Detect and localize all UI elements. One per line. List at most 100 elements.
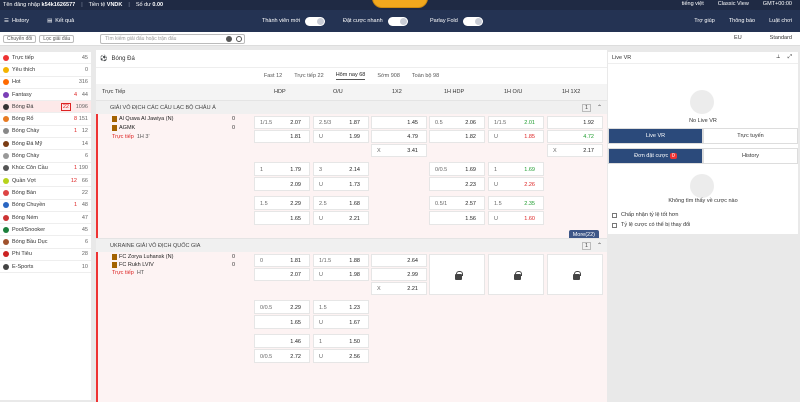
brand-logo[interactable] — [372, 0, 428, 8]
odds-type-select[interactable]: EU — [734, 35, 742, 41]
away-team[interactable]: FC Rukh LVIV — [112, 262, 154, 268]
sidebar-item[interactable]: Khúc Côn Cầu 1 190 — [0, 163, 91, 175]
odds-cell[interactable]: 1/1.5 2.01 — [488, 116, 544, 129]
odds-cell[interactable]: 2.09 — [254, 177, 310, 191]
expand-icon[interactable]: ⤢ — [788, 54, 792, 61]
notice-link[interactable]: Thông báo — [729, 18, 755, 24]
odds-cell[interactable]: 1 1.69 — [488, 162, 544, 176]
period-tab[interactable]: Toàn bộ 98 — [412, 73, 439, 79]
tab-history[interactable]: History — [703, 148, 798, 164]
odds-cell[interactable]: 0/0.5 1.69 — [429, 162, 485, 176]
odds-cell[interactable]: 1.56 — [429, 211, 485, 225]
rules-link[interactable]: Luật chơi — [769, 18, 792, 24]
odds-cell[interactable]: U 1.99 — [313, 130, 369, 143]
odds-cell[interactable]: 1.46 — [254, 334, 310, 348]
odds-cell[interactable]: 2.07 — [254, 268, 310, 281]
odds-cell[interactable]: 1/1.5 1.88 — [313, 254, 369, 267]
odds-cell[interactable]: U 2.56 — [313, 349, 369, 363]
odds-cell[interactable]: 0/0.5 2.29 — [254, 300, 310, 314]
odds-cell[interactable]: 1.81 — [254, 130, 310, 143]
sidebar-item[interactable]: Phi Tiêu 28 — [0, 249, 91, 262]
accept-better-odds-checkbox[interactable]: Chấp nhận tỷ lệ tốt hơn — [612, 210, 798, 220]
odds-cell[interactable]: 4.72 — [547, 130, 603, 143]
sidebar-item[interactable]: Bóng Chuyền 1 48 — [0, 200, 91, 212]
period-tab[interactable]: Hôm nay 68 — [335, 72, 366, 80]
pin-icon[interactable]: ⟂ — [776, 54, 780, 61]
sidebar-item[interactable]: Bóng Đá Mỹ 14 — [0, 138, 91, 151]
odds-cell[interactable]: 4.79 — [371, 130, 427, 143]
search-icon[interactable] — [236, 36, 242, 42]
sidebar-item[interactable]: Bóng Chày 6 — [0, 150, 91, 163]
odds-cell[interactable]: 1.65 — [254, 211, 310, 225]
league-row[interactable]: UKRAINE GIẢI VÔ ĐỊCH QUỐC GIA 1 ⌃ — [96, 238, 607, 252]
sidebar-item[interactable]: Hot 316 — [0, 77, 91, 89]
odds-change-checkbox[interactable]: Tỷ lệ cược có thể bị thay đổi — [612, 220, 798, 230]
mode-select[interactable]: Standard — [770, 35, 792, 41]
odds-cell[interactable]: U 1.98 — [313, 268, 369, 281]
odds-cell[interactable]: 1/1.5 2.07 — [254, 116, 310, 129]
tab-bets[interactable]: Đơn đặt cược 0 — [608, 148, 703, 164]
odds-cell[interactable]: 1.5 2.29 — [254, 196, 310, 210]
odds-cell[interactable]: 1.65 — [254, 315, 310, 329]
odds-cell[interactable]: X 2.21 — [371, 282, 427, 295]
odds-cell[interactable]: 2.5 1.68 — [313, 196, 369, 210]
odds-cell[interactable]: 0.5 2.06 — [429, 116, 485, 129]
sidebar-item[interactable]: Bóng Bầu Dục 6 — [0, 236, 91, 249]
odds-cell[interactable]: 0.5/1 2.57 — [429, 196, 485, 210]
sidebar-item[interactable]: Bóng Chày 1 12 — [0, 126, 91, 139]
sidebar-item[interactable]: Bóng Rổ 8 151 — [0, 113, 91, 126]
history-button[interactable]: ☰ History — [4, 18, 29, 24]
odds-cell[interactable]: U 1.60 — [488, 211, 544, 225]
chevron-up-icon[interactable]: ⌃ — [597, 242, 602, 249]
odds-cell[interactable]: 0/0.5 2.72 — [254, 349, 310, 363]
sidebar-item[interactable]: Fantasy 4 44 — [0, 89, 91, 102]
league-filter-button[interactable]: Lọc giải đấu — [39, 34, 75, 43]
tab-online[interactable]: Trực tuyến — [703, 128, 798, 144]
language-select[interactable]: tiếng việt — [682, 1, 704, 7]
home-team[interactable]: Al Quwa Al Jawiya (N) — [112, 116, 173, 122]
chevron-up-icon[interactable]: ⌃ — [597, 104, 602, 111]
period-tab[interactable]: Trực tiếp 22 — [294, 73, 323, 79]
switch-button[interactable]: Chuyển đổi — [3, 34, 37, 43]
results-button[interactable]: ▤ Kết quả — [47, 18, 74, 24]
odds-cell[interactable]: 1 1.50 — [313, 334, 369, 348]
period-tab[interactable]: Fast 12 — [264, 73, 282, 79]
odds-cell[interactable]: 0 1.81 — [254, 254, 310, 267]
odds-cell[interactable]: 2.5/3 1.87 — [313, 116, 369, 129]
odds-cell[interactable]: U 1.85 — [488, 130, 544, 143]
new-member-toggle[interactable] — [305, 16, 326, 26]
odds-cell[interactable]: 1 1.79 — [254, 162, 310, 176]
parlay-toggle[interactable] — [462, 16, 483, 26]
sidebar-item[interactable]: Bóng Ném 47 — [0, 212, 91, 225]
odds-cell[interactable]: 2.64 — [371, 254, 427, 267]
odds-cell[interactable]: 1.45 — [371, 116, 427, 129]
quick-bet-toggle[interactable] — [387, 16, 408, 26]
odds-cell[interactable]: U 2.26 — [488, 177, 544, 191]
sidebar-item[interactable]: Bóng Bàn 22 — [0, 187, 91, 200]
sidebar-item[interactable]: Pool/Snooker 45 — [0, 224, 91, 237]
sidebar-item[interactable]: Quần Vợt 12 66 — [0, 175, 91, 188]
timezone-select[interactable]: GMT+00:00 — [763, 1, 792, 7]
sidebar-item[interactable]: Trực tiếp 45 — [0, 52, 91, 65]
odds-cell[interactable]: 1.5 2.35 — [488, 196, 544, 210]
odds-cell[interactable]: X 2.17 — [547, 144, 603, 157]
odds-cell[interactable]: 3 2.14 — [313, 162, 369, 176]
help-link[interactable]: Trợ giúp — [694, 18, 715, 24]
sidebar-item[interactable]: Bóng Đá 22 1096 — [0, 101, 91, 114]
odds-cell[interactable]: U 2.21 — [313, 211, 369, 225]
odds-cell[interactable]: 1.92 — [547, 116, 603, 129]
away-team[interactable]: AGMK — [112, 125, 135, 131]
period-tab[interactable]: Sớm 908 — [377, 73, 400, 79]
odds-cell[interactable]: 2.23 — [429, 177, 485, 191]
odds-cell[interactable]: X 3.41 — [371, 144, 427, 157]
home-team[interactable]: FC Zorya Luhansk (N) — [112, 254, 173, 260]
sidebar-item[interactable]: Yêu thích 0 — [0, 64, 91, 77]
odds-cell[interactable]: U 1.67 — [313, 315, 369, 329]
clear-icon[interactable] — [226, 36, 232, 42]
league-row[interactable]: GIẢI VÔ ĐỊCH CÁC CÂU LẠC BỘ CHÂU Á 1 ⌃ — [96, 100, 607, 114]
sidebar-item[interactable]: E-Sports 10 — [0, 261, 91, 274]
view-select[interactable]: Classic View — [718, 1, 749, 7]
search-input[interactable]: Tìm kiếm giải đấu hoặc trận đấu — [100, 34, 245, 44]
odds-cell[interactable]: 1.82 — [429, 130, 485, 143]
tab-live-vr[interactable]: Live VR — [608, 128, 703, 144]
